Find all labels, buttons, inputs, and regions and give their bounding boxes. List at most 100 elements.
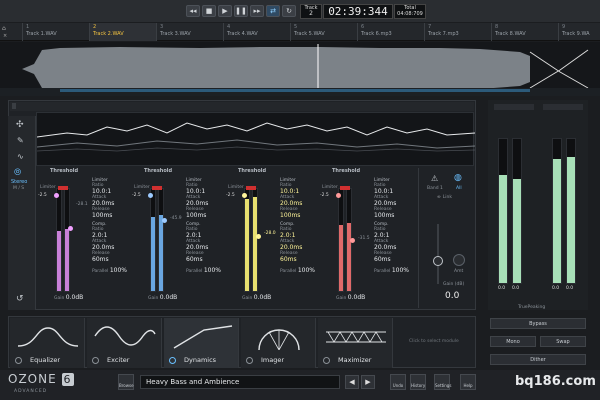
module-slot-dynamics[interactable]: Dynamics bbox=[164, 318, 239, 368]
track-item[interactable]: 6 Track 6.mp3 bbox=[357, 23, 424, 41]
skip-back-button[interactable]: ◂◂ bbox=[186, 5, 200, 17]
limiter-threshold-handle[interactable] bbox=[148, 193, 153, 198]
module-slot-exciter[interactable]: Exciter bbox=[87, 318, 162, 368]
input-meter-header bbox=[494, 104, 534, 110]
band-meter-left bbox=[150, 188, 156, 292]
output-gain-value[interactable]: 0.0 bbox=[445, 291, 459, 301]
power-icon[interactable] bbox=[323, 357, 330, 364]
band-side-controls: ⚠ Band 1 ◍ All ∞ Link Amt Gain (dB) 0.0 bbox=[418, 168, 474, 308]
help-button[interactable]: Help bbox=[460, 374, 476, 390]
undo-button[interactable]: Undo bbox=[390, 374, 406, 390]
dither-button[interactable]: Dither bbox=[490, 354, 586, 365]
band-meter-right bbox=[158, 188, 164, 292]
input-meter-left bbox=[498, 138, 508, 284]
close-icon[interactable]: × bbox=[3, 33, 7, 39]
gain-slider-track[interactable] bbox=[437, 224, 439, 284]
io-meters-panel: 0.0 0.0 0.0 0.0 TruePeaking bbox=[488, 100, 588, 310]
module-label: Imager bbox=[261, 356, 285, 364]
mono-button[interactable]: Mono bbox=[490, 336, 536, 347]
preset-name-field[interactable]: Heavy Bass and Ambience bbox=[140, 375, 340, 389]
play-button[interactable]: ▶ bbox=[218, 5, 232, 17]
comp-threshold-handle[interactable] bbox=[162, 218, 167, 223]
ozone-logo: OZONE 6 bbox=[8, 372, 74, 386]
track-item-selected[interactable]: 2 Track 2.WAV bbox=[89, 23, 156, 41]
empty-module-slot[interactable]: Click to select module bbox=[409, 339, 459, 344]
limiter-threshold-handle[interactable] bbox=[336, 193, 341, 198]
spectrum-analyzer[interactable] bbox=[36, 112, 476, 166]
bypass-button[interactable]: Bypass bbox=[490, 318, 586, 329]
power-icon[interactable] bbox=[246, 357, 253, 364]
comp-attack-value[interactable]: 20.0ms bbox=[374, 244, 418, 251]
equalizer-icon bbox=[17, 327, 79, 347]
gain-slider-knob[interactable] bbox=[433, 256, 443, 266]
comp-threshold-handle[interactable] bbox=[68, 226, 73, 231]
amount-knob[interactable] bbox=[453, 254, 465, 266]
loop-track-button[interactable]: ⇄ bbox=[266, 5, 280, 17]
track-item[interactable]: 4 Track 4.WAV bbox=[223, 23, 290, 41]
watermark: bq186.com bbox=[515, 374, 596, 389]
limiter-value: -2.5 bbox=[132, 193, 141, 198]
crosshair-icon[interactable]: ✣ bbox=[16, 120, 24, 130]
release-value[interactable]: 100ms bbox=[374, 212, 418, 219]
skip-forward-button[interactable]: ▸▸ bbox=[250, 5, 264, 17]
power-icon[interactable] bbox=[92, 357, 99, 364]
waveform-graphic bbox=[0, 42, 600, 96]
time-display: 02:39:344 bbox=[323, 4, 393, 19]
module-slot-equalizer[interactable]: Equalizer bbox=[10, 318, 85, 368]
stop-button[interactable]: ■ bbox=[202, 5, 216, 17]
power-icon[interactable] bbox=[15, 357, 22, 364]
comp-threshold-handle[interactable] bbox=[350, 238, 355, 243]
history-button[interactable]: History bbox=[410, 374, 426, 390]
limiter-value: -2.5 bbox=[38, 193, 47, 198]
clip-indicator bbox=[58, 186, 68, 190]
collapse-icon[interactable] bbox=[12, 103, 16, 109]
limiter-threshold-handle[interactable] bbox=[54, 193, 59, 198]
track-item[interactable]: 3 Track 3.WAV bbox=[156, 23, 223, 41]
track-item[interactable]: 7 Track 7.mp3 bbox=[424, 23, 491, 41]
link-toggle[interactable]: ∞ Link bbox=[437, 195, 452, 200]
left-tool-strip: ✣ ✎ ∿ ⦾ Stereo M / S ↺ bbox=[8, 116, 36, 310]
comp-threshold-handle[interactable] bbox=[256, 234, 261, 239]
reset-icon[interactable]: ↺ bbox=[16, 294, 24, 304]
band-meter-right bbox=[64, 188, 70, 292]
globe-icon[interactable]: ◍ bbox=[454, 173, 462, 183]
browse-button[interactable]: Browse bbox=[118, 374, 134, 390]
limiter-threshold-handle[interactable] bbox=[242, 193, 247, 198]
stereo-label: Stereo bbox=[11, 179, 28, 185]
limiter-label: Limiter bbox=[228, 185, 244, 190]
spectrum-graphic bbox=[36, 122, 476, 152]
module-slot-imager[interactable]: Imager bbox=[241, 318, 316, 368]
band-meter-right bbox=[252, 188, 258, 292]
all-label: All bbox=[456, 186, 462, 191]
truepeak-label: TruePeaking bbox=[518, 305, 546, 310]
attack-value[interactable]: 20.0ms bbox=[374, 200, 418, 207]
pause-button[interactable]: ❚❚ bbox=[234, 5, 248, 17]
swap-button[interactable]: Swap bbox=[540, 336, 586, 347]
track-number-display: Track 2 bbox=[300, 4, 322, 19]
module-slot-maximizer[interactable]: Maximizer bbox=[318, 318, 393, 368]
preset-next-button[interactable]: ▶ bbox=[361, 375, 375, 389]
track-item[interactable]: 1 Track 1.WAV bbox=[22, 23, 89, 41]
module-label: Maximizer bbox=[338, 356, 372, 364]
link-label: Link bbox=[442, 195, 452, 200]
band1-label: Band 1 bbox=[427, 186, 443, 191]
band-warning-icon[interactable]: ⚠ bbox=[431, 174, 438, 183]
comp-release-value[interactable]: 60ms bbox=[374, 256, 418, 263]
ratio-value[interactable]: 10.0:1 bbox=[374, 188, 418, 195]
stereo-icon[interactable]: ⦾ bbox=[14, 168, 21, 178]
track-item[interactable]: 5 Track 5.WAV bbox=[290, 23, 357, 41]
comp-threshold-value: -28.0 bbox=[264, 231, 276, 236]
repeat-button[interactable]: ↻ bbox=[282, 5, 296, 17]
preset-prev-button[interactable]: ◀ bbox=[345, 375, 359, 389]
threshold-label: Threshold bbox=[238, 168, 267, 174]
track-item[interactable]: 8 Track 8.WAV bbox=[491, 23, 558, 41]
transport-bar: ◂◂ ■ ▶ ❚❚ ▸▸ ⇄ ↻ Track 2 02:39:344 Total… bbox=[0, 0, 600, 22]
curve-icon[interactable]: ∿ bbox=[17, 152, 24, 161]
eject-icon[interactable]: ⌂ bbox=[2, 25, 6, 32]
track-item[interactable]: 9 Track 9.WA bbox=[558, 23, 600, 41]
power-icon[interactable] bbox=[169, 357, 176, 364]
comp-ratio-value[interactable]: 2.0:1 bbox=[374, 232, 418, 239]
pen-icon[interactable]: ✎ bbox=[17, 136, 24, 145]
track-waveform[interactable] bbox=[0, 42, 600, 96]
settings-button[interactable]: Settings bbox=[434, 374, 451, 390]
